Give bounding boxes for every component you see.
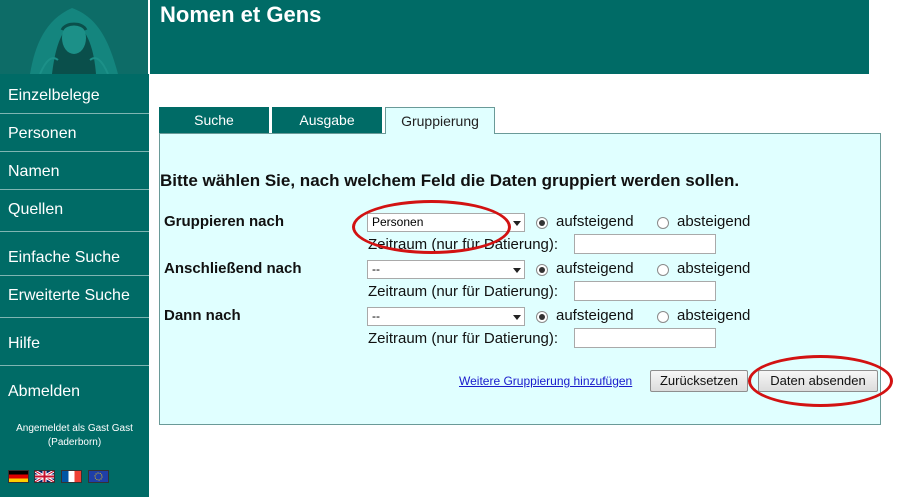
sidebar-item-namen[interactable]: Namen <box>8 163 60 181</box>
chevron-down-icon <box>513 221 521 226</box>
sidebar-item-abmelden[interactable]: Abmelden <box>8 383 80 401</box>
then-select-value: -- <box>372 309 380 323</box>
sidebar-item-einfache-suche[interactable]: Einfache Suche <box>8 249 120 267</box>
sidebar-item-einzelbelege[interactable]: Einzelbelege <box>8 87 100 105</box>
then-by-asc-radio[interactable] <box>536 264 548 276</box>
instruction-text: Bitte wählen Sie, nach welchem Feld die … <box>160 171 740 190</box>
flag-fr-icon[interactable] <box>61 470 82 483</box>
desc-label: absteigend <box>677 260 751 277</box>
then-label: Dann nach <box>164 307 241 324</box>
zeitraum-label: Zeitraum (nur für Datierung): <box>368 236 559 253</box>
header-bar: Nomen et Gens <box>148 0 869 74</box>
login-location: (Paderborn) <box>47 437 102 448</box>
nav-divider <box>0 317 149 318</box>
tab-ausgabe[interactable]: Ausgabe <box>272 107 382 133</box>
nav-divider <box>0 189 149 190</box>
sidebar: Einzelbelege Personen Namen Quellen Einf… <box>0 74 149 497</box>
tab-gruppierung[interactable]: Gruppierung <box>385 107 495 134</box>
zeitraum-input-3[interactable] <box>574 328 716 348</box>
desc-label: absteigend <box>677 307 751 324</box>
asc-label: aufsteigend <box>556 307 634 324</box>
group-by-asc-radio[interactable] <box>536 217 548 229</box>
nav-divider <box>0 113 149 114</box>
zeitraum-label: Zeitraum (nur für Datierung): <box>368 283 559 300</box>
flag-en-icon[interactable] <box>34 470 55 483</box>
zeitraum-input-1[interactable] <box>574 234 716 254</box>
nav-divider <box>0 151 149 152</box>
reset-button[interactable]: Zurücksetzen <box>650 370 748 392</box>
sidebar-item-hilfe[interactable]: Hilfe <box>8 335 40 353</box>
tab-suche[interactable]: Suche <box>159 107 269 133</box>
submit-button[interactable]: Daten absenden <box>758 370 878 392</box>
asc-label: aufsteigend <box>556 260 634 277</box>
flag-eu-icon[interactable] <box>88 470 109 483</box>
login-user: Angemeldet als Gast Gast <box>16 423 133 434</box>
nav-divider <box>0 365 149 366</box>
login-info: Angemeldet als Gast Gast (Paderborn) <box>0 422 149 450</box>
then-by-label: Anschließend nach <box>164 260 302 277</box>
then-by-select[interactable]: -- <box>367 260 525 279</box>
group-by-select[interactable]: Personen <box>367 213 525 232</box>
sidebar-item-personen[interactable]: Personen <box>8 125 77 143</box>
flag-de-icon[interactable] <box>8 470 29 483</box>
group-by-desc-radio[interactable] <box>657 217 669 229</box>
then-by-select-value: -- <box>372 262 380 276</box>
chevron-down-icon <box>513 315 521 320</box>
group-by-select-value: Personen <box>372 215 424 229</box>
desc-label: absteigend <box>677 213 751 230</box>
sidebar-item-erweiterte-suche[interactable]: Erweiterte Suche <box>8 287 130 305</box>
chevron-down-icon <box>513 268 521 273</box>
then-by-desc-radio[interactable] <box>657 264 669 276</box>
logo <box>0 0 148 74</box>
sidebar-item-quellen[interactable]: Quellen <box>8 201 63 219</box>
then-asc-radio[interactable] <box>536 311 548 323</box>
site-title: Nomen et Gens <box>160 2 322 27</box>
add-grouping-link[interactable]: Weitere Gruppierung hinzufügen <box>459 374 632 388</box>
zeitraum-input-2[interactable] <box>574 281 716 301</box>
nav-divider <box>0 275 149 276</box>
asc-label: aufsteigend <box>556 213 634 230</box>
zeitraum-label: Zeitraum (nur für Datierung): <box>368 330 559 347</box>
then-select[interactable]: -- <box>367 307 525 326</box>
nav-divider <box>0 231 149 232</box>
group-by-label: Gruppieren nach <box>164 213 285 230</box>
then-desc-radio[interactable] <box>657 311 669 323</box>
